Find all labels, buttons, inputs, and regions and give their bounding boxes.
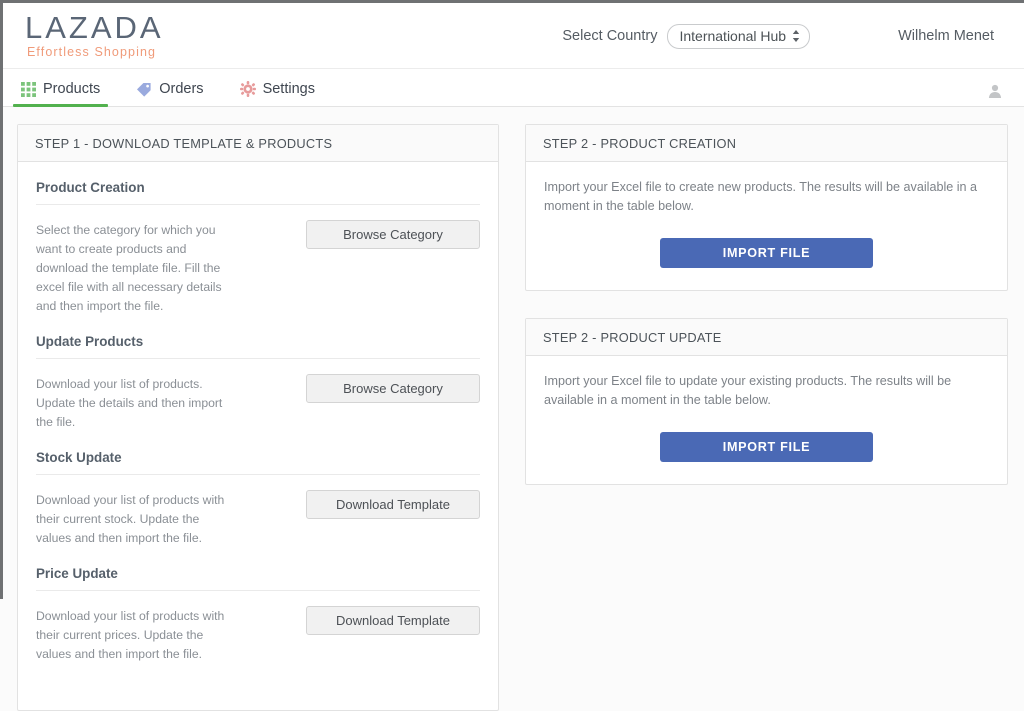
step1-panel: STEP 1 - DOWNLOAD TEMPLATE & PRODUCTS Pr…	[17, 124, 499, 711]
gear-icon	[239, 81, 256, 97]
user-name[interactable]: Wilhelm Menet	[898, 28, 994, 44]
download-template-button-price-update[interactable]: Download Template	[306, 606, 480, 635]
right-column: STEP 2 - PRODUCT CREATION Import your Ex…	[525, 124, 1008, 485]
step2-creation-body: Import your Excel file to create new pro…	[526, 162, 1007, 290]
section-title: Stock Update	[36, 450, 480, 475]
nav-label-products: Products	[43, 81, 101, 97]
import-file-button-creation[interactable]: IMPORT FILE	[660, 238, 873, 268]
panel-gap	[525, 291, 1008, 318]
header-right-group: Select Country International Hub Wilhelm…	[562, 3, 1024, 69]
app-header: LAZADA Effortless Shopping Select Countr…	[3, 3, 1024, 69]
logo-wordmark: LAZADA	[25, 10, 164, 45]
app-window: LAZADA Effortless Shopping Select Countr…	[0, 0, 1024, 711]
step2-product-update-panel: STEP 2 - PRODUCT UPDATE Import your Exce…	[525, 318, 1008, 485]
step1-title: STEP 1 - DOWNLOAD TEMPLATE & PRODUCTS	[18, 125, 498, 162]
step2-product-creation-panel: STEP 2 - PRODUCT CREATION Import your Ex…	[525, 124, 1008, 291]
section-update-products: Update Products Download your list of pr…	[36, 316, 480, 432]
grid-icon	[21, 81, 36, 97]
section-stock-update: Stock Update Download your list of produ…	[36, 432, 480, 548]
section-title: Price Update	[36, 566, 480, 591]
browse-category-button-product-creation[interactable]: Browse Category	[306, 220, 480, 249]
import-file-button-update[interactable]: IMPORT FILE	[660, 432, 873, 462]
country-select[interactable]: International Hub	[667, 23, 811, 49]
nav-item-settings[interactable]: Settings	[236, 81, 329, 106]
panel-bottom-spacer	[36, 664, 480, 700]
updown-chevron-icon	[792, 29, 800, 43]
section-row: Download your list of products with thei…	[36, 591, 480, 664]
lazada-logo[interactable]: LAZADA Effortless Shopping	[25, 10, 164, 60]
left-column: STEP 1 - DOWNLOAD TEMPLATE & PRODUCTS Pr…	[17, 124, 499, 711]
section-product-creation: Product Creation Select the category for…	[36, 162, 480, 316]
nav-item-orders[interactable]: Orders	[132, 81, 217, 106]
section-description: Download your list of products with thei…	[36, 493, 225, 545]
section-description: Select the category for which you want t…	[36, 223, 222, 313]
step2-creation-description: Import your Excel file to create new pro…	[544, 180, 978, 213]
nav-item-list: Products Orders Settings	[3, 81, 347, 107]
nav-label-settings: Settings	[262, 81, 315, 97]
download-template-button-stock-update[interactable]: Download Template	[306, 490, 480, 519]
logo-tagline: Effortless Shopping	[27, 45, 157, 59]
main-content: STEP 1 - DOWNLOAD TEMPLATE & PRODUCTS Pr…	[3, 107, 1024, 711]
step2-update-title: STEP 2 - PRODUCT UPDATE	[526, 319, 1007, 356]
section-title: Product Creation	[36, 180, 480, 205]
section-description: Download your list of products. Update t…	[36, 377, 223, 429]
step2-creation-title: STEP 2 - PRODUCT CREATION	[526, 125, 1007, 162]
nav-label-orders: Orders	[159, 81, 204, 97]
section-row: Download your list of products with thei…	[36, 475, 480, 548]
nav-item-products[interactable]: Products	[12, 81, 114, 107]
tag-icon	[136, 82, 152, 97]
step2-update-description: Import your Excel file to update your ex…	[544, 374, 952, 407]
section-row: Download your list of products. Update t…	[36, 359, 480, 432]
step2-update-body: Import your Excel file to update your ex…	[526, 356, 1007, 484]
step1-body: Product Creation Select the category for…	[18, 162, 498, 710]
section-row: Select the category for which you want t…	[36, 205, 480, 316]
main-nav: Products Orders Settings	[3, 69, 1024, 107]
section-title: Update Products	[36, 334, 480, 359]
section-price-update: Price Update Download your list of produ…	[36, 548, 480, 664]
browse-category-button-update-products[interactable]: Browse Category	[306, 374, 480, 403]
user-icon[interactable]	[988, 84, 1002, 98]
section-description: Download your list of products with thei…	[36, 609, 225, 661]
select-country-label: Select Country	[562, 28, 658, 44]
country-select-value: International Hub	[679, 27, 787, 44]
